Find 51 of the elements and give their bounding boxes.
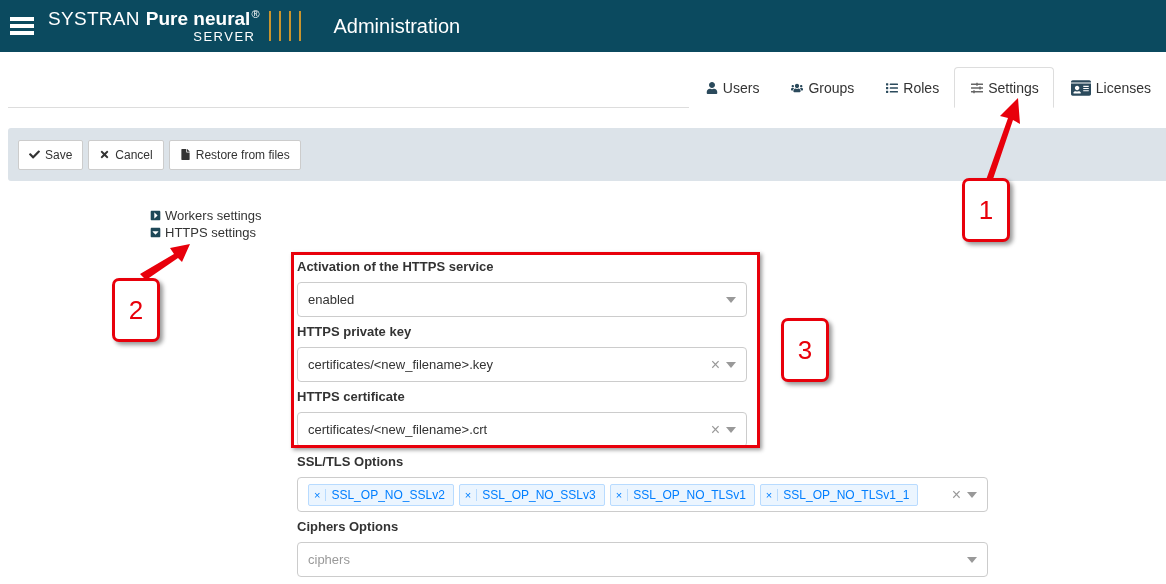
caret-icon [726, 296, 736, 303]
option-tag: × SSL_OP_NO_SSLv2 [308, 483, 454, 506]
caret-icon [967, 556, 977, 563]
check-icon [29, 149, 40, 160]
toolbar-button[interactable]: Save [18, 139, 84, 170]
field-label: Activation of the HTTPS service [297, 259, 494, 275]
toolbar-button[interactable]: Restore from files [168, 139, 301, 170]
remove-tag-button[interactable]: × [610, 488, 629, 501]
select-field[interactable]: enabled [297, 282, 747, 317]
tag-select-field[interactable]: × SSL_OP_NO_SSLv2 × SSL_OP_NO_SSLv3 × SSL_OP_NO_TLSv1 × SSL_OP_NO_TLSv1_1 × [297, 477, 988, 512]
remove-tag-button[interactable]: × [760, 488, 779, 501]
caret-icon [726, 426, 736, 433]
sliders-icon [971, 81, 984, 94]
caret-icon [967, 491, 977, 498]
number-callout: 3 [781, 318, 829, 382]
brand-name: SYSTRAN [48, 9, 140, 28]
file-icon [179, 149, 191, 160]
brand-subtitle: SERVER [193, 30, 256, 43]
field-label: SSL/TLS Options [297, 454, 404, 470]
number-callout: 2 [112, 278, 160, 342]
option-tag: × SSL_OP_NO_SSLv3 [458, 483, 605, 506]
field-label: HTTPS certificate [297, 389, 405, 405]
toolbar-button[interactable]: Cancel [88, 139, 164, 170]
select-field[interactable]: certificates/<new_filename>.key × [297, 347, 747, 382]
option-tag: × SSL_OP_NO_TLSv1_1 [759, 483, 919, 506]
field-label: Ciphers Options [297, 519, 399, 535]
placeholder-text: ciphers [308, 552, 351, 567]
tree-item[interactable]: Workers settings [165, 208, 262, 223]
pointer-arrow [140, 244, 192, 280]
remove-tag-button[interactable]: × [459, 488, 478, 501]
selected-value: enabled [308, 292, 356, 307]
selected-value: certificates/<new_filename>.key [308, 357, 494, 372]
list-icon [886, 81, 899, 94]
remove-tag-button[interactable]: × [309, 488, 327, 501]
number-callout: 1 [962, 178, 1010, 242]
caret-icon [726, 361, 736, 368]
page-title: Administration [333, 14, 461, 38]
registered-mark: ® [251, 9, 260, 20]
option-tag: × SSL_OP_NO_TLSv1 [609, 483, 755, 506]
expand-icon[interactable] [150, 210, 161, 221]
user-icon [705, 81, 718, 94]
tree-item[interactable]: HTTPS settings [165, 225, 257, 240]
nav-tab[interactable]: Settings [954, 67, 1054, 108]
close-icon [99, 149, 111, 160]
brand-product: Pure neural [145, 9, 251, 28]
menu-icon[interactable] [10, 16, 34, 36]
id-card-icon [1070, 77, 1091, 98]
group-icon [791, 81, 804, 94]
selected-value: certificates/<new_filename>.crt [308, 422, 489, 437]
field-label: HTTPS private key [297, 324, 412, 340]
collapse-icon[interactable] [150, 227, 161, 238]
